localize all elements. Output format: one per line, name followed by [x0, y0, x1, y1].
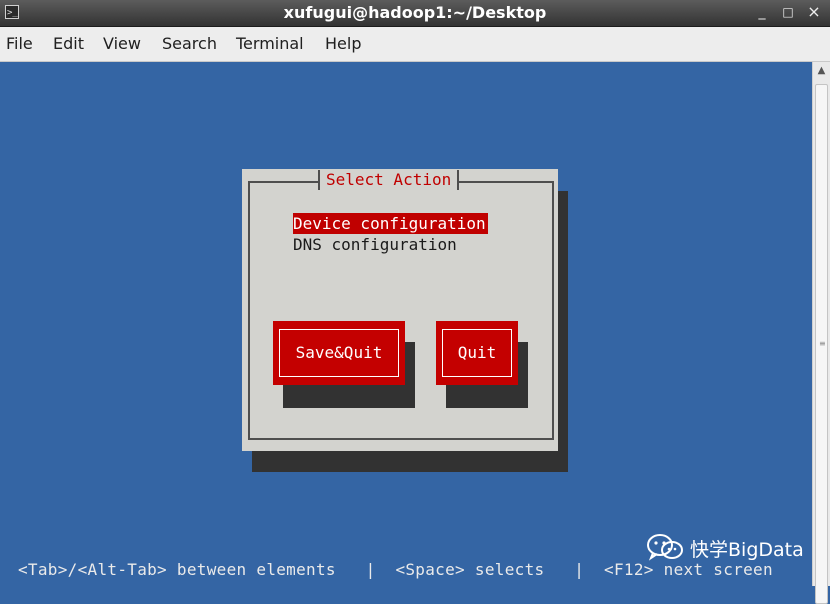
- maximize-button[interactable]: □: [778, 2, 798, 22]
- save-quit-button-label: Save&Quit: [295, 343, 383, 362]
- menu-search[interactable]: Search: [162, 34, 217, 53]
- scrollbar-grip-icon: ≡: [819, 339, 826, 348]
- menu-help[interactable]: Help: [325, 34, 361, 53]
- option-device-configuration[interactable]: Device configuration: [293, 213, 488, 234]
- wechat-icon: [647, 534, 683, 561]
- scroll-up-arrow-icon[interactable]: ▲: [813, 62, 830, 80]
- menu-terminal[interactable]: Terminal: [236, 34, 304, 53]
- quit-button[interactable]: Quit: [436, 321, 518, 385]
- close-button[interactable]: ×: [804, 2, 824, 22]
- keyboard-hints: <Tab>/<Alt-Tab> between elements | <Spac…: [18, 560, 773, 579]
- menu-view[interactable]: View: [103, 34, 141, 53]
- quit-button-label: Quit: [457, 343, 497, 362]
- menu-file[interactable]: File: [6, 34, 33, 53]
- window-title: xufugui@hadoop1:~/Desktop: [283, 3, 547, 22]
- terminal-scrollbar[interactable]: ▲ ≡: [812, 62, 830, 604]
- scrollbar-thumb[interactable]: ≡: [815, 84, 828, 604]
- option-dns-configuration[interactable]: DNS configuration: [293, 234, 459, 255]
- select-action-dialog: Select Action Device configuration DNS c…: [242, 169, 558, 451]
- menu-edit[interactable]: Edit: [53, 34, 84, 53]
- watermark-text: 快学BigData: [690, 539, 804, 561]
- window-titlebar: >_ xufugui@hadoop1:~/Desktop _ □ ×: [0, 0, 830, 27]
- minimize-button[interactable]: _: [752, 2, 772, 22]
- menubar: File Edit View Search Terminal Help: [0, 27, 830, 62]
- dialog-title: Select Action: [318, 170, 460, 190]
- save-quit-button[interactable]: Save&Quit: [273, 321, 405, 385]
